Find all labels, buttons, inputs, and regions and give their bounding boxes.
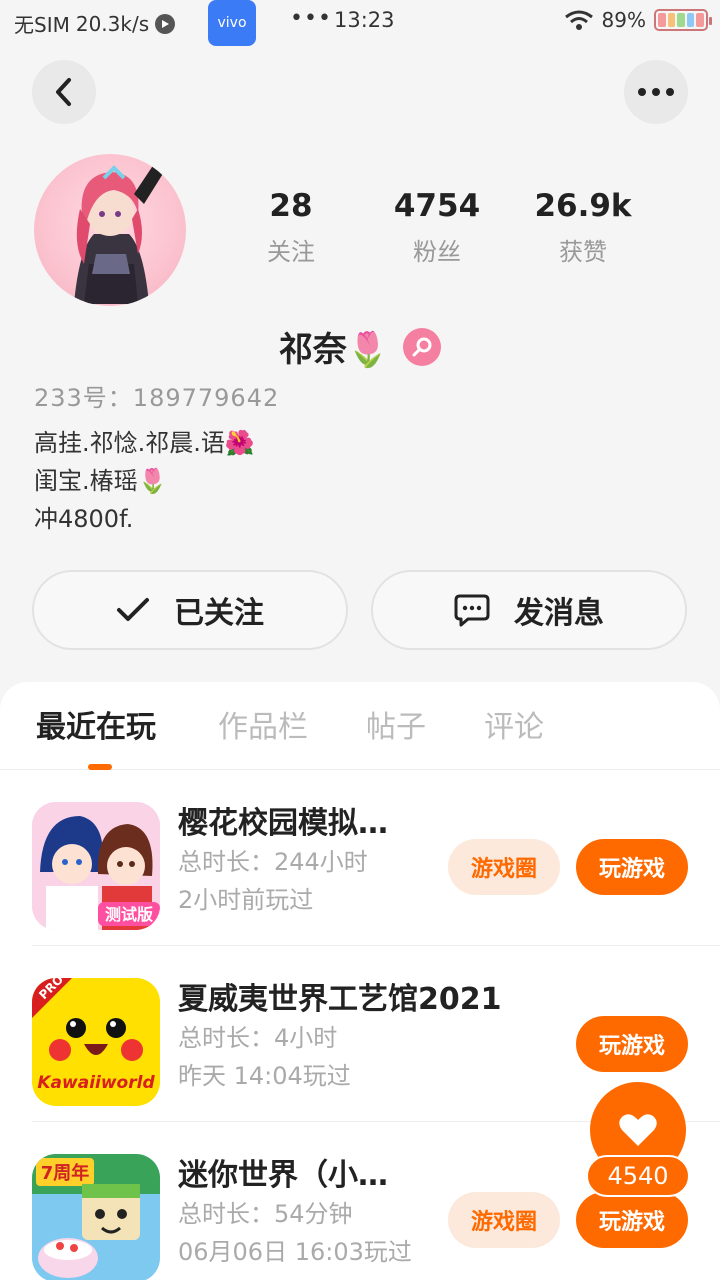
mini-world-icon: 7周年 xyxy=(32,1154,160,1280)
status-bar: 无SIM 20.3k/s vivo ••• 13:23 89% xyxy=(0,0,720,46)
vivo-label: vivo xyxy=(217,15,247,31)
game-icon[interactable]: 测试版 xyxy=(32,802,160,930)
game-title[interactable]: 夏威夷世界工艺馆2021 xyxy=(178,974,502,1018)
user-id: 233号：189779642 xyxy=(34,384,280,412)
game-duration: 总时长：244小时 xyxy=(178,848,368,876)
heart-icon xyxy=(619,1114,657,1146)
game-duration: 总时长：4小时 xyxy=(178,1024,338,1052)
stat-label: 粉丝 xyxy=(413,238,461,266)
profile-stats: 28 关注 4754 粉丝 26.9k 获赞 xyxy=(218,188,658,267)
game-icon[interactable]: 7周年 xyxy=(32,1154,160,1280)
stat-number: 26.9k xyxy=(534,188,632,224)
stat-following[interactable]: 28 关注 xyxy=(218,188,364,267)
back-button[interactable] xyxy=(32,60,96,124)
game-circle-button[interactable]: 游戏圈 xyxy=(448,1192,560,1248)
send-message-button[interactable]: 发消息 xyxy=(371,570,687,650)
stat-label: 关注 xyxy=(267,238,315,266)
sakura-school-icon: 测试版 xyxy=(32,802,160,930)
play-game-button[interactable]: 玩游戏 xyxy=(576,1016,688,1072)
chat-bubble-icon xyxy=(454,594,490,627)
game-circle-button[interactable]: 游戏圈 xyxy=(448,839,560,895)
like-count: 4540 xyxy=(586,1155,690,1197)
followed-label: 已关注 xyxy=(174,596,264,631)
nickname-row: 祁奈🌷 xyxy=(0,322,720,371)
game-last-played: 2小时前玩过 xyxy=(178,886,314,914)
send-message-label: 发消息 xyxy=(514,596,604,631)
chevron-left-icon xyxy=(56,78,71,106)
female-gender-icon xyxy=(403,327,442,366)
bio-line: 闺宝.椿瑶🌷 xyxy=(34,467,168,495)
game-duration: 总时长：54分钟 xyxy=(178,1200,353,1228)
play-game-button[interactable]: 玩游戏 xyxy=(576,1192,688,1248)
stat-likes[interactable]: 26.9k 获赞 xyxy=(510,188,656,267)
notification-dots: ••• xyxy=(290,6,332,31)
game-last-played: 昨天 14:04玩过 xyxy=(178,1062,351,1090)
stat-number: 28 xyxy=(269,188,313,224)
battery-icon xyxy=(654,9,712,31)
avatar[interactable] xyxy=(34,154,186,306)
more-dots-icon xyxy=(638,88,674,96)
followed-button[interactable]: 已关注 xyxy=(32,570,348,650)
kawaii-world-icon: PRO Kawaiiworld xyxy=(32,978,160,1106)
tab-works[interactable]: 作品栏 xyxy=(218,702,308,746)
tab-posts[interactable]: 帖子 xyxy=(366,702,426,746)
media-play-icon xyxy=(155,13,176,34)
network-speed: 20.3k/s xyxy=(75,11,150,36)
avatar-illustration-icon xyxy=(74,164,164,304)
status-left: 无SIM 20.3k/s xyxy=(14,9,176,38)
vivo-app-icon: vivo xyxy=(208,0,256,46)
stat-label: 获赞 xyxy=(559,238,607,266)
bio-line: 冲4800f. xyxy=(34,505,134,533)
icon-badge-text: 7周年 xyxy=(41,1162,90,1184)
bio: 高挂.祁惗.祁晨.语🌺 闺宝.椿瑶🌷 冲4800f. xyxy=(34,424,255,538)
game-title[interactable]: 迷你世界（小… xyxy=(178,1150,388,1194)
tab-bar: 最近在玩 作品栏 帖子 评论 xyxy=(0,682,720,770)
stat-number: 4754 xyxy=(393,188,481,224)
game-icon[interactable]: PRO Kawaiiworld xyxy=(32,978,160,1106)
play-game-button[interactable]: 玩游戏 xyxy=(576,839,688,895)
game-row[interactable]: 测试版 樱花校园模拟… 总时长：244小时 2小时前玩过 游戏圈 玩游戏 xyxy=(0,770,720,946)
clock: 13:23 xyxy=(334,8,395,32)
tab-recently-played[interactable]: 最近在玩 xyxy=(36,702,156,746)
icon-badge-text: Kawaiiworld xyxy=(37,1073,155,1093)
more-options-button[interactable] xyxy=(624,60,688,124)
game-last-played: 06月06日 16:03玩过 xyxy=(178,1238,412,1266)
wifi-icon xyxy=(564,10,593,30)
game-title[interactable]: 樱花校园模拟… xyxy=(178,798,388,842)
carrier-text: 无SIM xyxy=(14,13,70,37)
battery-percent: 89% xyxy=(601,8,646,32)
stat-fans[interactable]: 4754 粉丝 xyxy=(364,188,510,267)
icon-badge-text: 测试版 xyxy=(105,905,153,924)
status-right: 89% xyxy=(564,8,712,32)
bio-line: 高挂.祁惗.祁晨.语🌺 xyxy=(34,429,255,457)
checkmark-icon xyxy=(117,598,149,621)
nickname: 祁奈🌷 xyxy=(278,330,390,370)
tab-comments[interactable]: 评论 xyxy=(484,702,544,746)
